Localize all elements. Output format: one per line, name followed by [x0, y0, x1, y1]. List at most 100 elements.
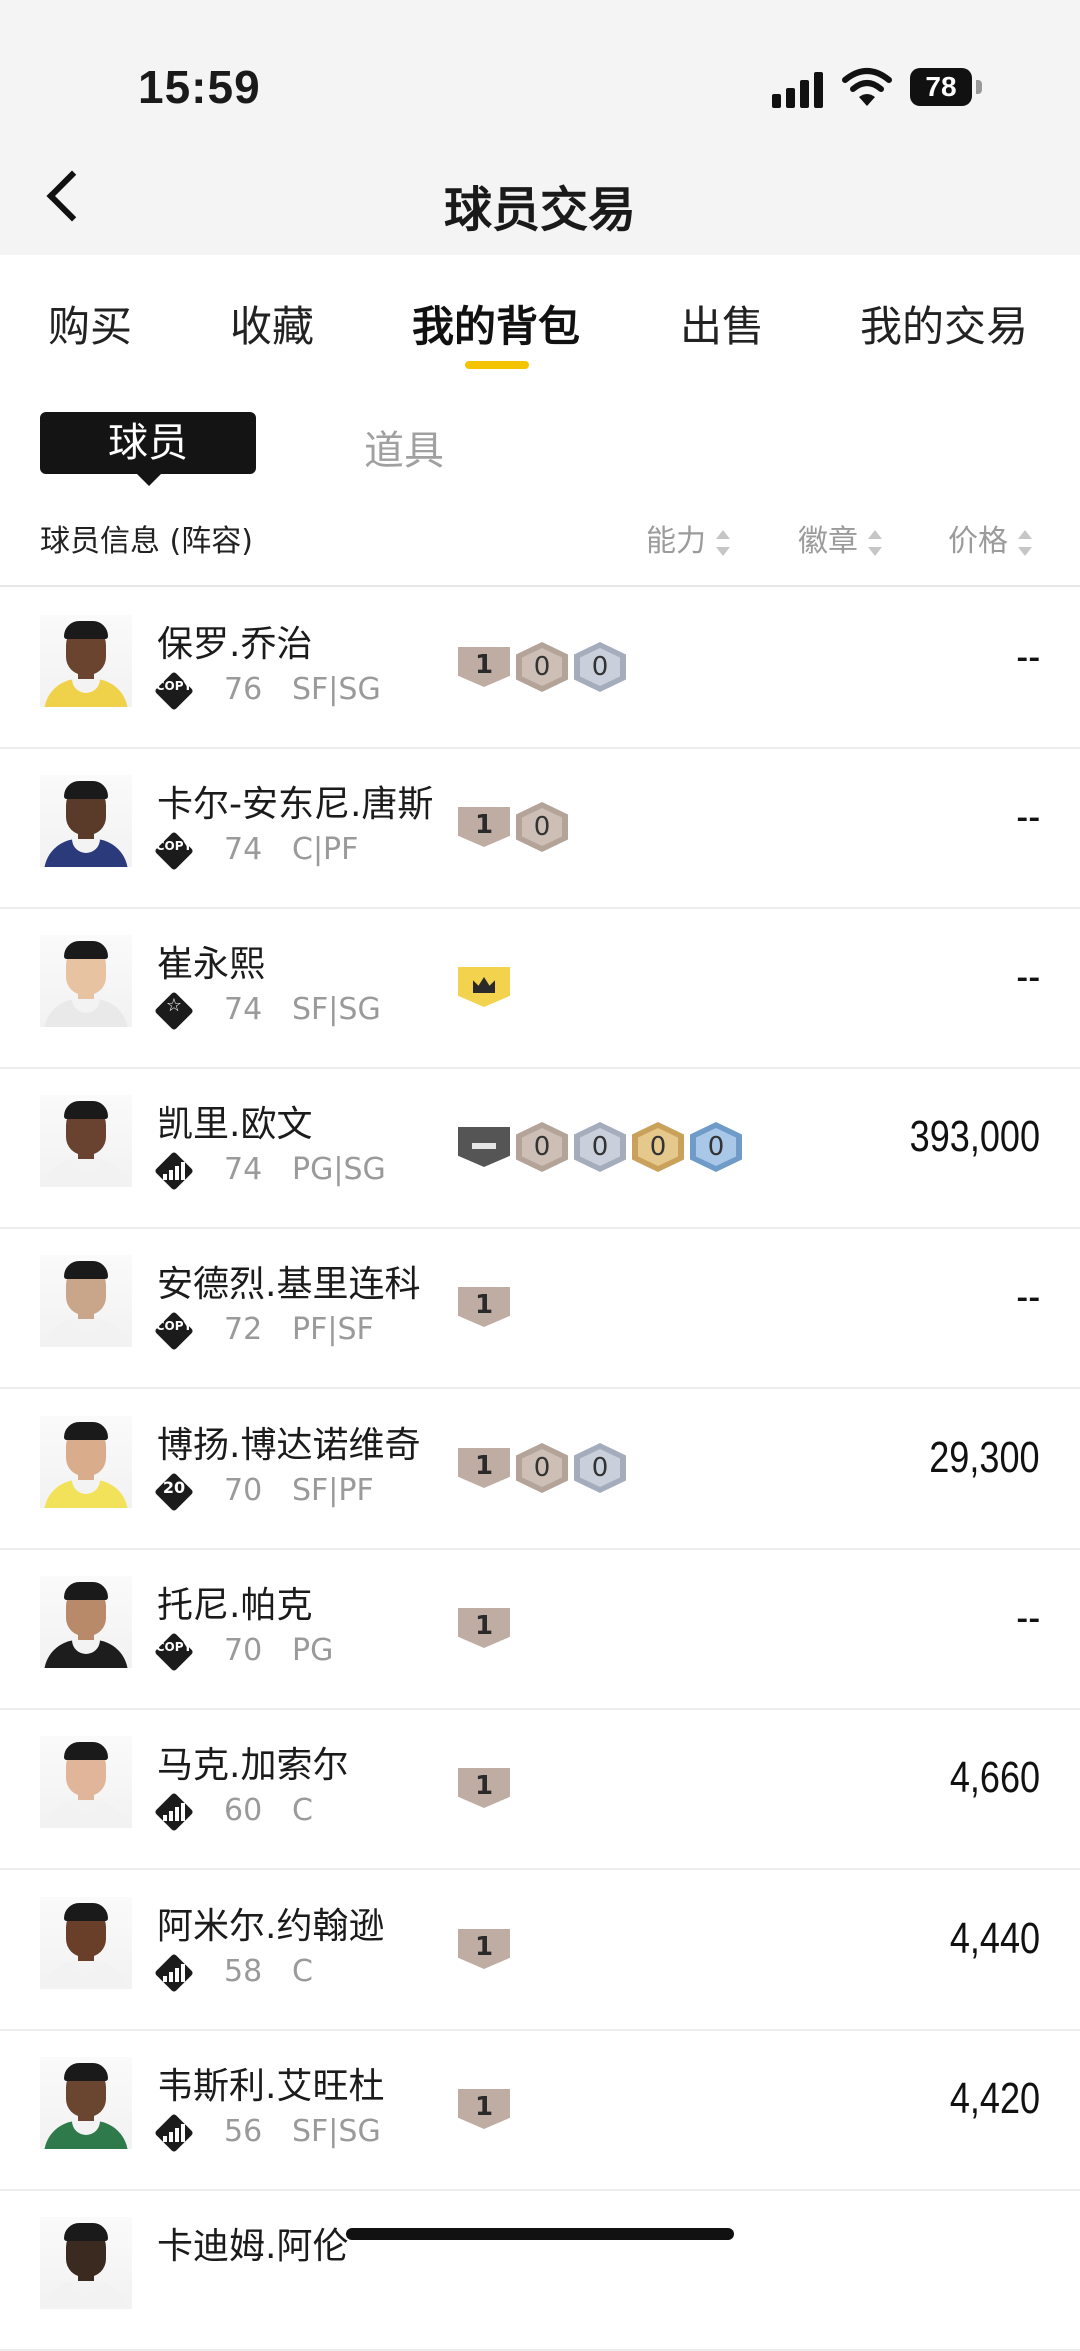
page-title: 球员交易: [443, 182, 636, 238]
player-row[interactable]: 卡迪姆.阿伦: [0, 2189, 1080, 2351]
player-avatar: [40, 1897, 132, 1989]
player-name: 卡迪姆.阿伦: [157, 2226, 349, 2267]
ability-shield-empty-icon: [458, 1127, 510, 1167]
badge-hex-bronze-icon: 0: [516, 642, 568, 692]
sort-price[interactable]: 价格: [948, 516, 1034, 560]
badge-hex-silver-icon: 0: [574, 1122, 626, 1172]
sort-badge-label: 徽章: [798, 524, 858, 559]
player-row[interactable]: 安德烈.基里连科 COPY 72 PF|SF 1 --: [0, 1227, 1080, 1389]
bars-icon: [163, 1162, 185, 1180]
player-row[interactable]: 博扬.博达诺维奇 20 70 SF|PF 1 0 0 29,300: [0, 1388, 1080, 1550]
player-position: C|PF: [292, 832, 359, 867]
player-name: 博扬.博达诺维奇: [157, 1425, 421, 1466]
tab-sell[interactable]: 出售: [680, 293, 764, 354]
sort-badge[interactable]: 徽章: [798, 516, 884, 560]
segment-players[interactable]: 球员: [40, 412, 256, 486]
player-position: PF|SF: [292, 1312, 374, 1347]
player-row[interactable]: 韦斯利.艾旺杜 56 SF|SG 1 4,420: [0, 2029, 1080, 2191]
cellular-signal-icon: [772, 72, 828, 108]
wifi-icon: [842, 66, 892, 108]
crown-icon: [458, 967, 510, 1007]
badge-hex-gold-icon: 0: [632, 1122, 684, 1172]
player-name: 阿米尔.约翰逊: [157, 1906, 385, 1947]
ability-shield-icon: 1: [458, 2089, 510, 2129]
badge-hex-bronze-icon: 0: [516, 802, 568, 852]
player-position: C: [292, 1793, 313, 1828]
card-type-label: 20: [162, 1478, 186, 1497]
player-name: 安德烈.基里连科: [157, 1264, 421, 1305]
player-row[interactable]: 阿米尔.约翰逊 58 C 1 4,440: [0, 1869, 1080, 2031]
player-name: 卡尔-安东尼.唐斯: [157, 784, 434, 825]
player-price: --: [1015, 632, 1040, 681]
player-price: --: [1015, 952, 1040, 1001]
player-avatar: [40, 1255, 132, 1347]
star-icon: ☆: [165, 995, 183, 1016]
bars-icon: [163, 2124, 185, 2142]
player-avatar: [40, 1736, 132, 1828]
player-price: 4,420: [949, 2074, 1040, 2123]
player-rating: 60: [224, 1793, 263, 1828]
card-type-label: COPY: [155, 1319, 193, 1333]
tab-my-bag[interactable]: 我的背包: [412, 293, 580, 354]
player-avatar: [40, 1576, 132, 1668]
list-header: 球员信息 (阵容) 能力 徽章 价格: [0, 500, 1080, 587]
ability-shield-icon: 1: [458, 1448, 510, 1488]
ability-shield-icon: 1: [458, 1929, 510, 1969]
player-row[interactable]: 托尼.帕克 COPY 70 PG 1 --: [0, 1548, 1080, 1710]
player-rating: 74: [224, 1152, 263, 1187]
bars-icon: [163, 1803, 185, 1821]
player-row[interactable]: 凯里.欧文 74 PG|SG 0 0 0 0 393,000: [0, 1067, 1080, 1229]
player-avatar: [40, 2057, 132, 2149]
active-tab-indicator: [465, 361, 529, 369]
card-type-label: COPY: [155, 679, 193, 693]
nav-bar: 球员交易: [0, 140, 1080, 255]
badge-hex-silver-icon: 0: [574, 1443, 626, 1493]
player-position: PG: [292, 1633, 334, 1668]
ability-shield-icon: 1: [458, 1287, 510, 1327]
card-type-label: COPY: [155, 1640, 193, 1654]
player-rating: 74: [224, 992, 263, 1027]
sort-ability[interactable]: 能力: [646, 516, 732, 560]
player-row[interactable]: 卡尔-安东尼.唐斯 COPY 74 C|PF 1 0 --: [0, 747, 1080, 909]
battery-cap: [976, 80, 982, 94]
player-avatar: [40, 1095, 132, 1187]
player-price: --: [1015, 792, 1040, 841]
tab-favorites[interactable]: 收藏: [230, 293, 314, 354]
player-rating: 74: [224, 832, 263, 867]
badge-hex-blue-icon: 0: [690, 1122, 742, 1172]
player-position: PG|SG: [292, 1152, 386, 1187]
tab-buy[interactable]: 购买: [48, 293, 132, 354]
player-avatar: [40, 935, 132, 1027]
player-rating: 56: [224, 2114, 263, 2149]
sort-arrows-icon: [714, 528, 732, 558]
player-position: SF|SG: [292, 2114, 381, 2149]
player-price: 393,000: [909, 1112, 1040, 1161]
player-row[interactable]: 崔永熙 ☆ 74 SF|SG --: [0, 907, 1080, 1069]
player-rating: 58: [224, 1954, 263, 1989]
player-price: --: [1015, 1272, 1040, 1321]
player-price: 4,440: [949, 1914, 1040, 1963]
sort-arrows-icon: [866, 528, 884, 558]
player-name: 马克.加索尔: [157, 1745, 349, 1786]
ability-shield-icon: 1: [458, 807, 510, 847]
player-row[interactable]: 保罗.乔治 COPY 76 SF|SG 1 0 0 --: [0, 587, 1080, 749]
player-position: SF|PF: [292, 1473, 374, 1508]
ability-shield-icon: 1: [458, 1768, 510, 1808]
player-avatar: [40, 2217, 132, 2309]
column-player-info: 球员信息 (阵容): [40, 524, 253, 559]
player-row[interactable]: 马克.加索尔 60 C 1 4,660: [0, 1708, 1080, 1870]
player-price: 4,660: [949, 1753, 1040, 1802]
badge-hex-silver-icon: 0: [574, 642, 626, 692]
sort-ability-label: 能力: [646, 524, 706, 559]
status-bar: 15:59 78: [0, 0, 1080, 140]
player-position: SF|SG: [292, 672, 381, 707]
status-time: 15:59: [138, 61, 261, 113]
tab-my-trades[interactable]: 我的交易: [860, 293, 1028, 354]
sort-arrows-icon: [1016, 528, 1034, 558]
player-rating: 70: [224, 1473, 263, 1508]
player-name: 韦斯利.艾旺杜: [157, 2066, 385, 2107]
top-tabs: 购买 收藏 我的背包 出售 我的交易: [0, 255, 1080, 385]
segment-items[interactable]: 道具: [364, 418, 444, 476]
player-rating: 70: [224, 1633, 263, 1668]
player-name: 保罗.乔治: [157, 624, 313, 665]
